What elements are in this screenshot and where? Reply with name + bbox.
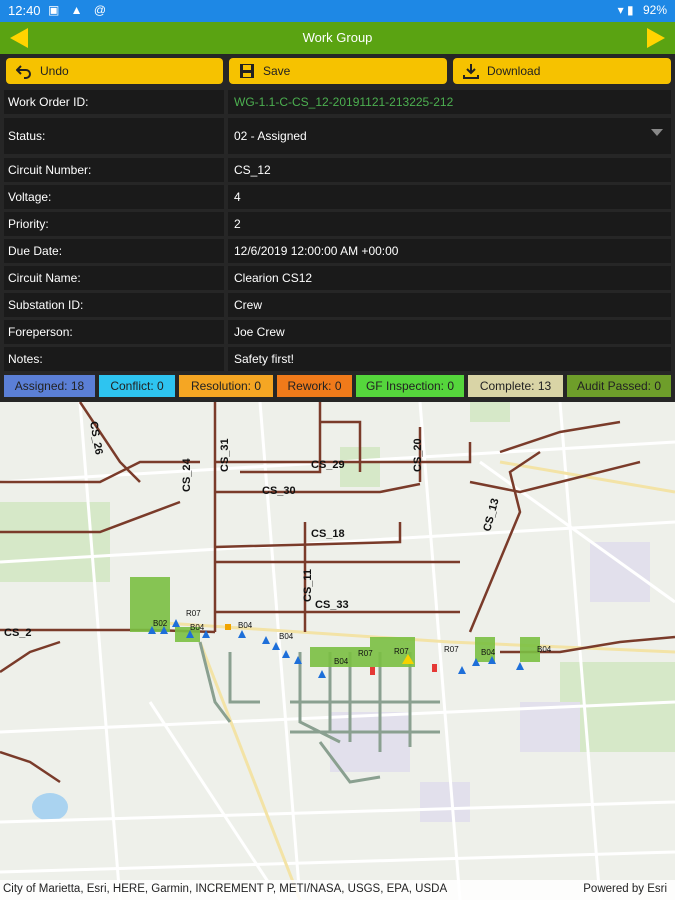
undo-label: Undo [40, 64, 69, 78]
segment-label: B02 [153, 619, 168, 628]
badge-conflict[interactable]: Conflict: 0 [99, 375, 175, 397]
circuit-number-label: Circuit Number: [4, 158, 224, 182]
field-row-notes: Notes: Safety first! [0, 347, 675, 371]
clock: 12:40 [8, 3, 41, 18]
priority-label: Priority: [4, 212, 224, 236]
work-group-panel: Undo Save Download Work Order ID: WG-1.1… [0, 54, 675, 402]
segment-label: R07 [394, 647, 409, 656]
circuit-label-cs20: CS_20 [412, 438, 424, 472]
status-badges: Assigned: 18 Conflict: 0 Resolution: 0 R… [0, 375, 675, 400]
circuit-label-cs11: CS_11 [302, 569, 314, 602]
status-selected-value: 02 - Assigned [234, 129, 307, 143]
undo-icon [16, 65, 31, 79]
due-date-label: Due Date: [4, 239, 224, 263]
system-icons: ▾ ▮ 92% [612, 3, 667, 17]
title-bar: Work Group [0, 22, 675, 54]
voltage-label: Voltage: [4, 185, 224, 209]
segment-label: B04 [481, 648, 496, 657]
undo-button[interactable]: Undo [6, 58, 223, 84]
work-order-id-value: WG-1.1-C-CS_12-20191121-213225-212 [228, 90, 671, 114]
field-row-foreperson: Foreperson: Joe Crew [0, 320, 675, 344]
substation-id-value[interactable]: Crew [228, 293, 671, 317]
field-row-priority: Priority: 2 [0, 212, 675, 236]
save-icon [240, 64, 254, 78]
badge-complete[interactable]: Complete: 13 [468, 375, 563, 397]
foreperson-value[interactable]: Joe Crew [228, 320, 671, 344]
badge-rework[interactable]: Rework: 0 [277, 375, 352, 397]
powered-by-esri[interactable]: Powered by Esri [583, 883, 667, 895]
priority-value[interactable]: 2 [228, 212, 671, 236]
circuit-name-label: Circuit Name: [4, 266, 224, 290]
battery-level: 92% [642, 3, 667, 17]
badge-audit-passed[interactable]: Audit Passed: 0 [567, 375, 671, 397]
save-button[interactable]: Save [229, 58, 447, 84]
field-row-substation-id: Substation ID: Crew [0, 293, 675, 317]
due-date-value[interactable]: 12/6/2019 12:00:00 AM +00:00 [228, 239, 671, 263]
circuit-name-value[interactable]: Clearion CS12 [228, 266, 671, 290]
notification-icons: ▣ ▲ @ [48, 3, 111, 17]
segment-label: B04 [238, 621, 253, 630]
segment-label: B04 [537, 645, 552, 654]
download-label: Download [487, 64, 541, 78]
substation-id-label: Substation ID: [4, 293, 224, 317]
circuit-label-cs26: CS_26 [87, 420, 105, 455]
save-label: Save [263, 64, 291, 78]
circuit-label-cs2: CS_2 [4, 627, 32, 639]
attribution-text: City of Marietta, Esri, HERE, Garmin, IN… [3, 883, 448, 895]
download-button[interactable]: Download [453, 58, 671, 84]
segment-label: R07 [186, 609, 201, 618]
android-status-bar: 12:40 ▣ ▲ @ ▾ ▮ 92% [0, 0, 675, 22]
forward-arrow-icon[interactable] [647, 28, 665, 48]
field-row-status: Status: 02 - Assigned [0, 118, 675, 154]
map-attribution: City of Marietta, Esri, HERE, Garmin, IN… [0, 880, 675, 900]
field-row-circuit-number: Circuit Number: CS_12 [0, 158, 675, 182]
voltage-value[interactable]: 4 [228, 185, 671, 209]
work-order-id-label: Work Order ID: [4, 90, 224, 114]
page-title: Work Group [302, 30, 373, 45]
circuit-label-cs24: CS_24 [181, 457, 193, 492]
status-select[interactable]: 02 - Assigned [228, 118, 671, 154]
dropdown-caret-icon [651, 129, 663, 136]
circuit-label-cs33: CS_33 [315, 599, 349, 611]
circuit-label-cs18: CS_18 [311, 528, 345, 540]
field-row-circuit-name: Circuit Name: Clearion CS12 [0, 266, 675, 290]
badge-gf-inspection[interactable]: GF Inspection: 0 [356, 375, 464, 397]
foreperson-label: Foreperson: [4, 320, 224, 344]
circuit-label-cs13: CS_13 [481, 497, 501, 533]
badge-resolution[interactable]: Resolution: 0 [179, 375, 273, 397]
download-icon [463, 64, 479, 79]
signal-icon: ▾ ▮ [617, 3, 634, 17]
field-row-due-date: Due Date: 12/6/2019 12:00:00 AM +00:00 [0, 239, 675, 263]
circuit-label-cs31: CS_31 [219, 438, 231, 472]
segment-label: R07 [444, 645, 459, 654]
segment-label: B04 [334, 657, 349, 666]
map-view[interactable]: CS_26 CS_24 CS_31 CS_20 CS_29 CS_30 CS_1… [0, 402, 675, 900]
segment-label: B04 [279, 632, 294, 641]
badge-assigned[interactable]: Assigned: 18 [4, 375, 95, 397]
notes-value[interactable]: Safety first! [228, 347, 671, 371]
field-row-voltage: Voltage: 4 [0, 185, 675, 209]
map-canvas[interactable]: CS_26 CS_24 CS_31 CS_20 CS_29 CS_30 CS_1… [0, 402, 675, 900]
circuit-label-cs30: CS_30 [262, 485, 296, 497]
status-label: Status: [4, 118, 224, 154]
field-row-work-order-id: Work Order ID: WG-1.1-C-CS_12-20191121-2… [0, 90, 675, 114]
segment-label: B04 [190, 623, 205, 632]
circuit-label-cs29: CS_29 [311, 459, 345, 471]
segment-label: R07 [358, 649, 373, 658]
notes-label: Notes: [4, 347, 224, 371]
circuit-number-value[interactable]: CS_12 [228, 158, 671, 182]
